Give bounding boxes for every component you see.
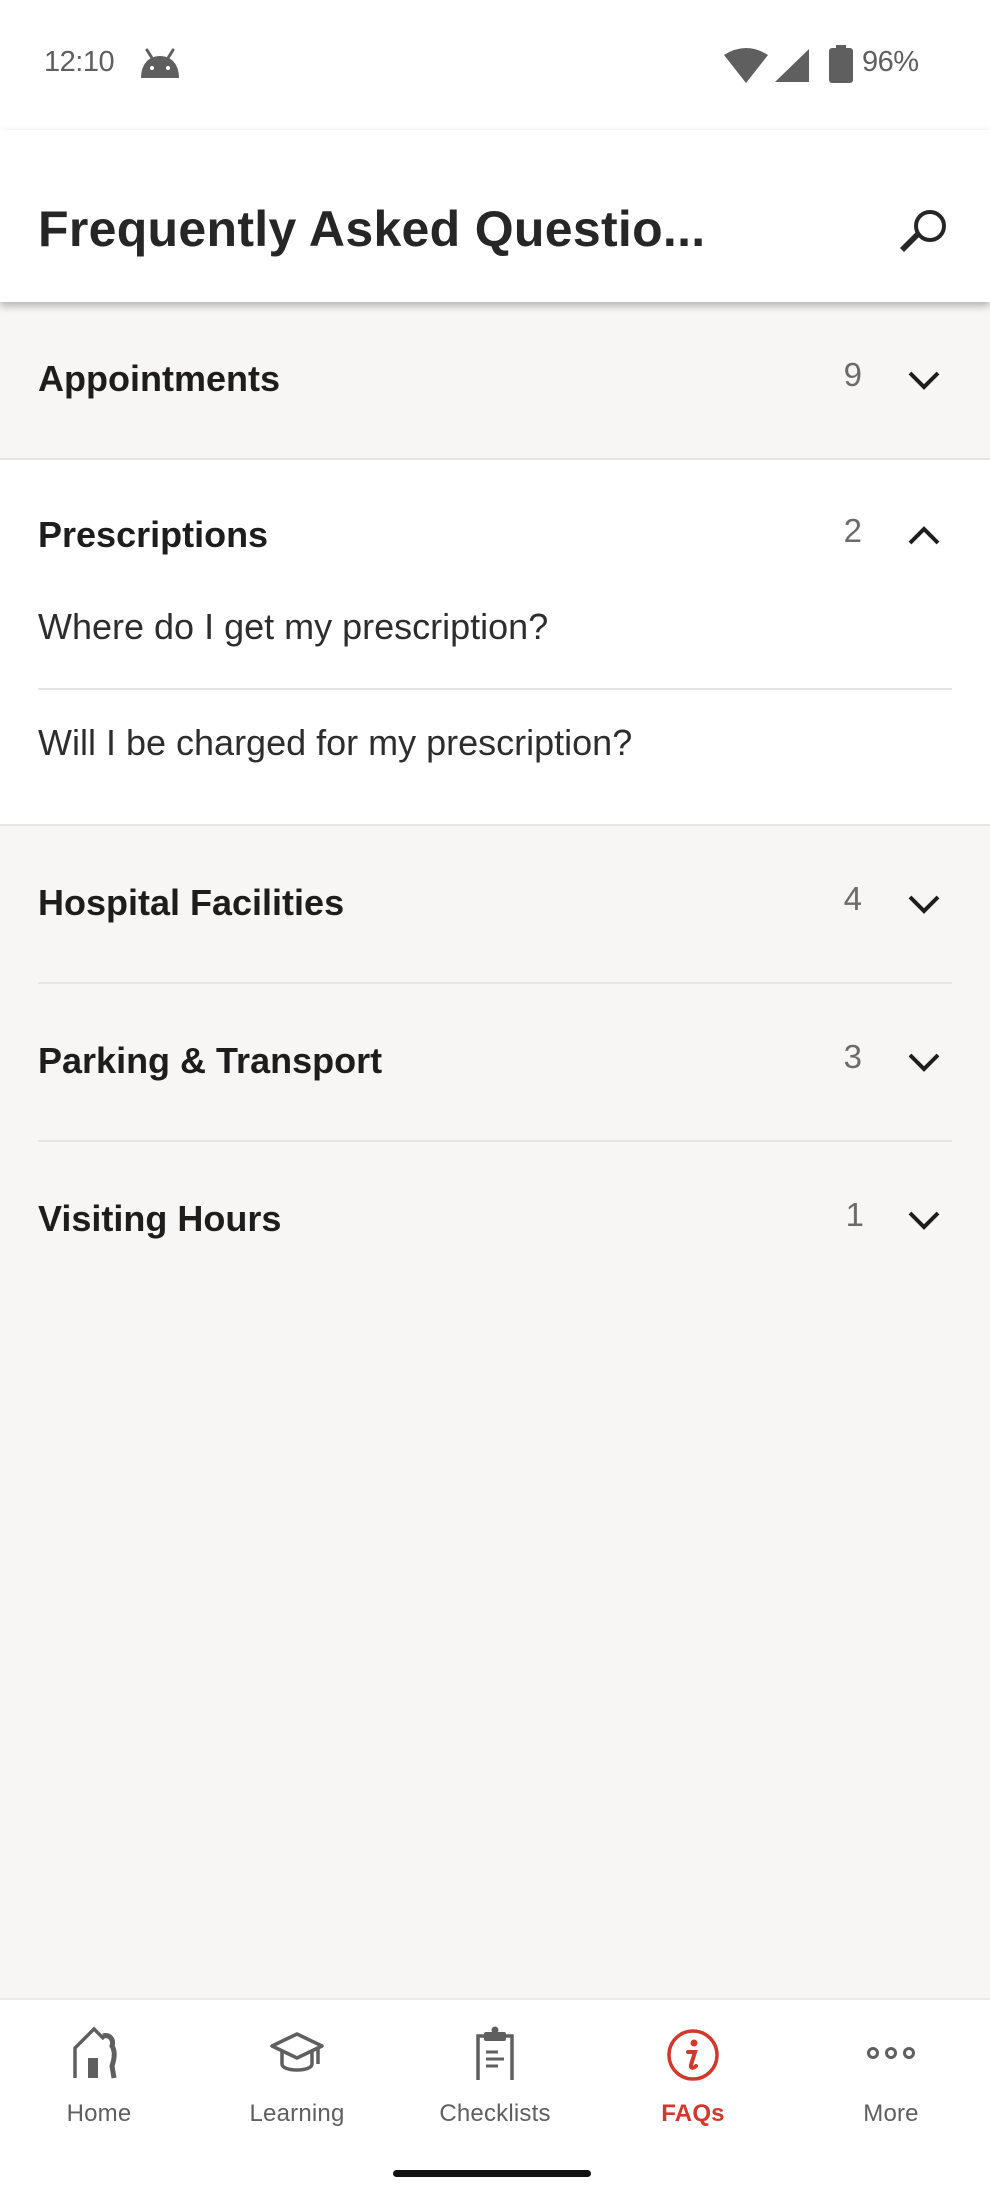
- faq-list: Appointments 9 Prescriptions 2 Where do …: [0, 302, 990, 1998]
- section-count: 3: [843, 1038, 862, 1075]
- wifi-icon: [724, 48, 768, 83]
- home-indicator[interactable]: [393, 2170, 591, 2177]
- section-count: 4: [843, 880, 862, 917]
- faq-section-hospital-facilities: Hospital Facilities 4: [0, 826, 990, 984]
- status-time: 12:10: [44, 46, 115, 78]
- nav-item-checklists[interactable]: Checklists: [396, 2026, 594, 2146]
- question-text: Will I be charged for my prescription?: [38, 722, 633, 763]
- faq-question[interactable]: Will I be charged for my prescription?: [0, 690, 990, 824]
- section-header[interactable]: Visiting Hours 1: [0, 1142, 990, 1298]
- page-title: Frequently Asked Questio...: [38, 201, 706, 257]
- section-header[interactable]: Hospital Facilities 4: [0, 826, 990, 982]
- section-count: 2: [843, 512, 862, 549]
- section-header[interactable]: Parking & Transport 3: [0, 984, 990, 1140]
- nav-label: Learning: [249, 2100, 345, 2127]
- faq-section-appointments: Appointments 9: [0, 302, 990, 458]
- status-bar: 12:10 96%: [0, 0, 990, 130]
- bottom-nav: Home Learning Checklists FAQs More: [0, 1998, 990, 2200]
- chevron-up-icon: [908, 526, 940, 545]
- nav-item-faqs[interactable]: FAQs: [594, 2026, 792, 2146]
- faq-question[interactable]: Where do I get my prescription?: [0, 588, 990, 688]
- signal-icon: [775, 49, 809, 82]
- clipboard-icon: [476, 2026, 514, 2080]
- battery-percent: 96%: [862, 46, 919, 78]
- nav-item-more[interactable]: More: [792, 2026, 990, 2146]
- nav-item-home[interactable]: Home: [0, 2026, 198, 2146]
- search-button[interactable]: [896, 204, 952, 260]
- section-header[interactable]: Prescriptions 2: [0, 460, 990, 588]
- nav-label: Home: [66, 2100, 132, 2127]
- faq-section-parking-transport: Parking & Transport 3: [0, 984, 990, 1142]
- section-title: Hospital Facilities: [38, 882, 345, 923]
- section-title: Prescriptions: [38, 514, 269, 555]
- nav-label: FAQs: [661, 2100, 725, 2127]
- section-count: 1: [845, 1196, 864, 1233]
- app-bar: Frequently Asked Questio...: [0, 130, 990, 302]
- section-header[interactable]: Appointments 9: [0, 302, 990, 458]
- section-title: Parking & Transport: [38, 1040, 383, 1081]
- battery-icon: [829, 45, 853, 83]
- faq-section-visiting-hours: Visiting Hours 1: [0, 1142, 990, 1298]
- more-dots-icon: [867, 2047, 915, 2059]
- chevron-down-icon: [908, 371, 940, 390]
- section-title: Visiting Hours: [38, 1198, 282, 1239]
- chevron-down-icon: [908, 1053, 940, 1072]
- question-text: Where do I get my prescription?: [38, 606, 549, 647]
- nav-item-learning[interactable]: Learning: [198, 2026, 396, 2146]
- nav-label: Checklists: [439, 2100, 551, 2127]
- home-icon: [73, 2026, 117, 2079]
- android-icon: [141, 48, 179, 78]
- search-icon: [900, 210, 946, 252]
- chevron-down-icon: [908, 1211, 940, 1230]
- section-count: 9: [843, 356, 862, 393]
- faq-section-prescriptions: Prescriptions 2 Where do I get my prescr…: [0, 458, 990, 826]
- info-icon: [667, 2029, 719, 2081]
- nav-label: More: [863, 2100, 919, 2127]
- section-title: Appointments: [38, 358, 280, 399]
- chevron-down-icon: [908, 895, 940, 914]
- graduation-cap-icon: [270, 2032, 324, 2072]
